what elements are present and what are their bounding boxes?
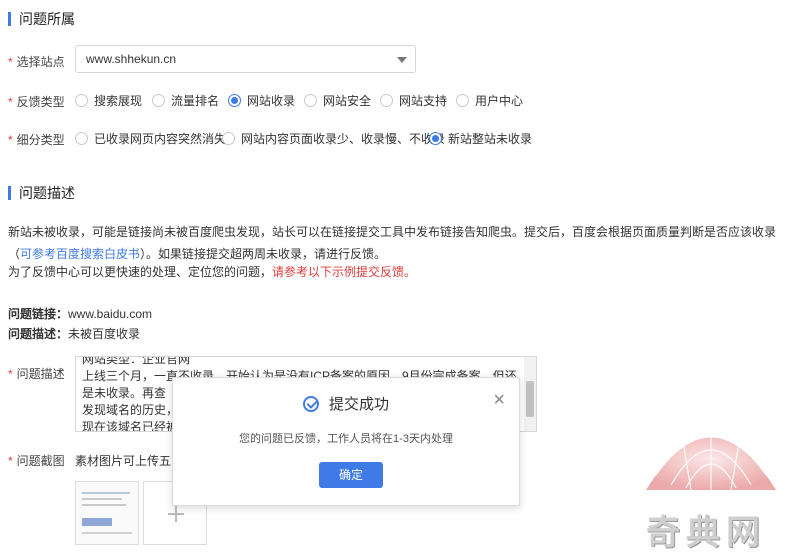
example-link-line: 问题链接：www.baidu.com (8, 307, 153, 321)
radio-dot (429, 132, 442, 145)
section-title-description: 问题描述 (8, 186, 75, 200)
radio-dot (380, 94, 393, 107)
radio-subtype-new-site[interactable]: 新站整站未收录 (429, 130, 532, 147)
close-icon[interactable]: × (493, 390, 505, 410)
radio-dot (228, 94, 241, 107)
radio-subtype-slow-indexing[interactable]: 网站内容页面收录少、收录慢、不收录 (222, 130, 445, 147)
example-desc-line: 问题描述：未被百度收录 (8, 327, 141, 341)
radio-feedback-traffic[interactable]: 流量排名 (152, 92, 219, 109)
screenshot-label: * 问题截图 (8, 454, 65, 468)
dialog-message: 您的问题已反馈，工作人员将在1-3天内处理 (239, 433, 453, 445)
radio-dot (222, 132, 235, 145)
radio-dot (152, 94, 165, 107)
sub-type-label: * 细分类型 (8, 133, 65, 147)
description-label: * 问题描述 (8, 367, 65, 381)
site-label: * 选择站点 (8, 55, 65, 69)
radio-feedback-user-center[interactable]: 用户中心 (456, 92, 523, 109)
scrollbar-thumb[interactable] (526, 381, 534, 417)
radio-feedback-indexing[interactable]: 网站收录 (228, 92, 295, 109)
radio-dot (75, 132, 88, 145)
radio-feedback-support[interactable]: 网站支持 (380, 92, 447, 109)
intro-paragraph: 新站未被收录，可能是链接尚未被百度爬虫发现，站长可以在链接提交工具中发布链接告知… (8, 225, 777, 261)
textarea-scrollbar[interactable] (524, 357, 536, 431)
chevron-down-icon (397, 57, 407, 63)
whitepaper-link[interactable]: 可参考百度搜索白皮书 (20, 247, 140, 261)
section-title-ownership: 问题所属 (8, 12, 75, 26)
confirm-button[interactable]: 确定 (319, 462, 383, 488)
uploaded-image-thumbnail[interactable] (75, 481, 139, 545)
radio-dot (75, 94, 88, 107)
radio-dot (304, 94, 317, 107)
radio-dot (456, 94, 469, 107)
success-dialog: 提交成功 × 您的问题已反馈，工作人员将在1-3天内处理 确定 (172, 377, 520, 506)
check-circle-icon (303, 395, 319, 412)
radio-feedback-search-display[interactable]: 搜索展现 (75, 92, 142, 109)
site-select-value: www.shhekun.cn (86, 52, 177, 66)
radio-subtype-content-vanished[interactable]: 已收录网页内容突然消失 (75, 130, 226, 147)
example-hint: 请参考以下示例提交反馈。 (272, 265, 417, 279)
intro-notice: 为了反馈中心可以更快速的处理、定位您的问题，请参考以下示例提交反馈。 (8, 265, 417, 279)
site-select[interactable]: www.shhekun.cn (75, 45, 416, 73)
watermark-text: 奇典网 (646, 513, 766, 553)
feedback-type-label: * 反馈类型 (8, 95, 65, 109)
dialog-title: 提交成功 (329, 396, 390, 413)
radio-feedback-security[interactable]: 网站安全 (304, 92, 371, 109)
